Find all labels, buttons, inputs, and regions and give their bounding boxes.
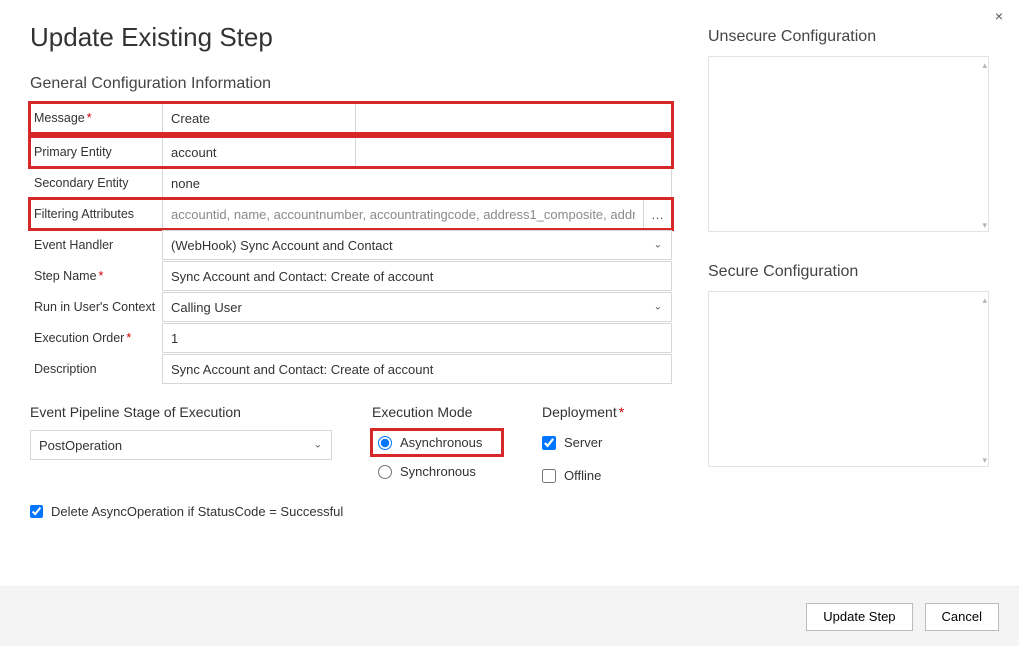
run-context-select[interactable]: [162, 292, 672, 322]
row-run-context: Run in User's Context ⌄: [30, 292, 672, 322]
unsecure-heading: Unsecure Configuration: [708, 28, 989, 46]
async-label: Asynchronous: [400, 435, 482, 450]
scroll-up-icon: ▴: [982, 295, 987, 306]
deployment-server[interactable]: Server: [542, 430, 672, 455]
server-checkbox[interactable]: [542, 436, 556, 450]
label-filtering-attributes: Filtering Attributes: [30, 199, 162, 229]
sync-label: Synchronous: [400, 464, 476, 479]
row-filtering-attributes: Filtering Attributes …: [30, 199, 672, 229]
secondary-entity-input[interactable]: [162, 168, 672, 198]
delete-async-checkbox[interactable]: [30, 505, 43, 518]
filtering-attributes-lookup-button[interactable]: …: [644, 199, 672, 229]
row-secondary-entity: Secondary Entity: [30, 168, 672, 198]
label-execution-order: Execution Order*: [30, 323, 162, 353]
async-radio[interactable]: [378, 436, 392, 450]
scroll-down-icon: ▾: [982, 220, 987, 231]
event-handler-select[interactable]: [162, 230, 672, 260]
footer: Update Step Cancel: [0, 586, 1019, 646]
scroll-down-icon: ▾: [982, 455, 987, 466]
row-description: Description: [30, 354, 672, 384]
row-primary-entity: Primary Entity: [30, 137, 672, 167]
page-title: Update Existing Step: [30, 22, 672, 53]
close-icon[interactable]: ×: [989, 6, 1009, 26]
row-execution-order: Execution Order*: [30, 323, 672, 353]
execution-mode-sync[interactable]: Synchronous: [372, 459, 502, 484]
deployment-heading: Deployment*: [542, 404, 672, 420]
secure-config-textarea[interactable]: [708, 291, 989, 467]
delete-async-row[interactable]: Delete AsyncOperation if StatusCode = Su…: [30, 504, 672, 519]
primary-entity-input[interactable]: [162, 137, 356, 167]
deployment-offline[interactable]: Offline: [542, 463, 672, 488]
delete-async-label: Delete AsyncOperation if StatusCode = Su…: [51, 504, 343, 519]
row-step-name: Step Name*: [30, 261, 672, 291]
offline-checkbox[interactable]: [542, 469, 556, 483]
offline-label: Offline: [564, 468, 601, 483]
label-message: Message*: [30, 103, 162, 133]
pipeline-stage-select[interactable]: PostOperation: [30, 430, 332, 460]
filtering-attributes-input[interactable]: [162, 199, 644, 229]
label-event-handler: Event Handler: [30, 230, 162, 260]
description-input[interactable]: [162, 354, 672, 384]
update-step-button[interactable]: Update Step: [806, 603, 912, 631]
general-heading: General Configuration Information: [30, 75, 672, 93]
execution-order-input[interactable]: [162, 323, 672, 353]
message-input[interactable]: [162, 103, 356, 133]
label-primary-entity: Primary Entity: [30, 137, 162, 167]
label-step-name: Step Name*: [30, 261, 162, 291]
execution-mode-heading: Execution Mode: [372, 404, 502, 420]
label-run-context: Run in User's Context: [30, 292, 162, 322]
server-label: Server: [564, 435, 602, 450]
row-message: Message*: [30, 103, 672, 133]
unsecure-config-textarea[interactable]: [708, 56, 989, 232]
secure-heading: Secure Configuration: [708, 263, 989, 281]
cancel-button[interactable]: Cancel: [925, 603, 999, 631]
step-name-input[interactable]: [162, 261, 672, 291]
label-secondary-entity: Secondary Entity: [30, 168, 162, 198]
execution-mode-async[interactable]: Asynchronous: [372, 430, 502, 455]
label-description: Description: [30, 354, 162, 384]
pipeline-heading: Event Pipeline Stage of Execution: [30, 404, 332, 420]
row-event-handler: Event Handler ⌄: [30, 230, 672, 260]
scroll-up-icon: ▴: [982, 60, 987, 71]
sync-radio[interactable]: [378, 465, 392, 479]
